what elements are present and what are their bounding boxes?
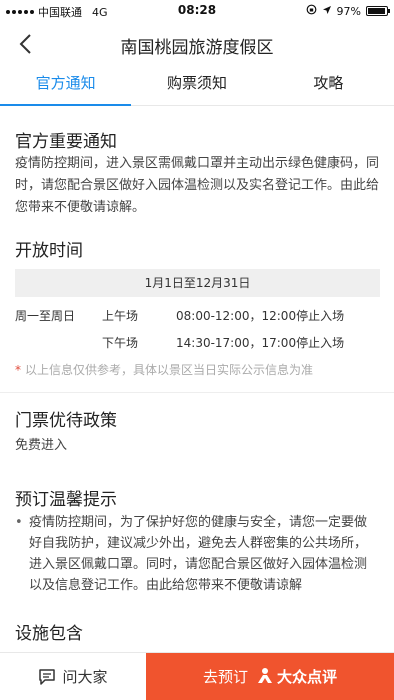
dianping-logo-icon xyxy=(256,666,274,688)
brand-logo: 大众点评 xyxy=(256,666,337,688)
ask-label: 问大家 xyxy=(62,668,108,686)
ticket-policy-title: 门票优待政策 xyxy=(15,411,117,431)
location-icon xyxy=(322,5,332,18)
hours-period: 上午场 xyxy=(102,309,139,323)
hours-time: 14:30-17:00，17:00停止入场 xyxy=(176,336,345,350)
facilities-title: 设施包含 xyxy=(15,624,83,644)
notice-title: 官方重要通知 xyxy=(15,132,117,152)
lock-rotation-icon xyxy=(306,4,317,18)
date-range: 1月1日至12月31日 xyxy=(15,269,380,297)
hours-period: 下午场 xyxy=(102,336,139,350)
back-button[interactable] xyxy=(10,28,40,58)
tab-guide[interactable]: 攻略 xyxy=(263,64,394,105)
status-bar: 中国联通 4G 08:28 97% xyxy=(0,0,394,22)
asterisk-mark: * xyxy=(15,363,21,377)
nav-bar: 南国桃园旅游度假区 xyxy=(0,22,394,64)
battery-icon xyxy=(366,6,390,16)
hours-note: * 以上信息仅供参考，具体以景区当日实际公示信息为准 xyxy=(15,361,313,378)
book-button[interactable]: 去预订 大众点评 xyxy=(146,653,394,700)
hours-days: 周一至周日 xyxy=(15,309,76,323)
booking-tips-list: 疫情防控期间，为了保护好您的健康与安全，请您一定要做好自我防护，建议减少外出，避… xyxy=(15,512,379,596)
tab-bar: 官方通知 购票须知 攻略 xyxy=(0,64,394,106)
notice-text: 疫情防控期间，进入景区需佩戴口罩并主动出示绿色健康码，同时，请您配合景区做好入园… xyxy=(15,156,380,215)
booking-tips-title: 预订温馨提示 xyxy=(15,490,117,510)
tab-ticket-info[interactable]: 购票须知 xyxy=(131,64,262,105)
hours-note-text: 以上信息仅供参考，具体以景区当日实际公示信息为准 xyxy=(25,363,314,377)
page-title: 南国桃园旅游度假区 xyxy=(120,38,274,58)
list-item: 疫情防控期间，为了保护好您的健康与安全，请您一定要做好自我防护，建议减少外出，避… xyxy=(15,512,379,596)
bottom-action-bar: 问大家 去预订 大众点评 xyxy=(0,652,394,700)
book-label: 去预订 xyxy=(202,668,248,686)
ask-everyone-button[interactable]: 问大家 xyxy=(0,653,146,700)
ticket-policy-text: 免费进入 xyxy=(15,438,68,453)
hours-title: 开放时间 xyxy=(15,241,83,261)
chevron-left-icon xyxy=(18,32,32,62)
chat-bubble-icon xyxy=(38,668,56,685)
hours-time: 08:00-12:00，12:00停止入场 xyxy=(176,309,345,323)
divider xyxy=(0,392,394,393)
tab-official-notice[interactable]: 官方通知 xyxy=(0,64,132,106)
battery-percent: 97% xyxy=(336,4,361,18)
brand-name: 大众点评 xyxy=(277,668,338,686)
